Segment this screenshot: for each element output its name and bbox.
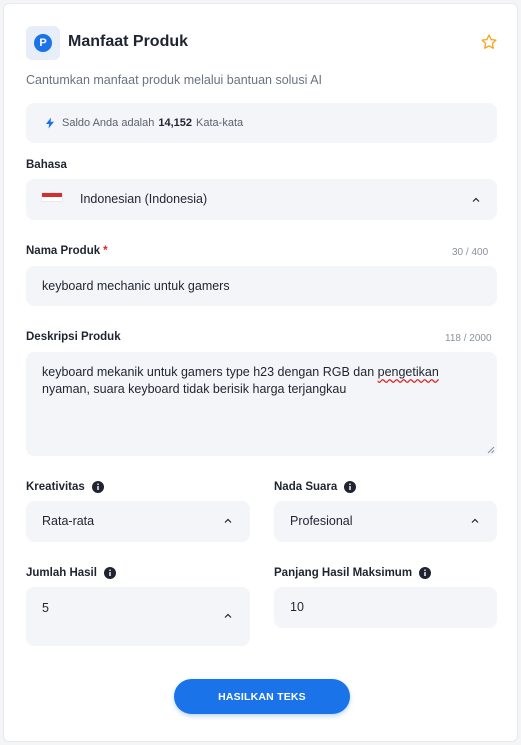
chevron-up-icon (471, 518, 479, 523)
tone-select[interactable]: Profesional (274, 501, 497, 542)
info-icon[interactable] (419, 567, 432, 579)
product-description-counter: 118 / 2000 (445, 333, 492, 344)
result-count-label-text: Jumlah Hasil (26, 567, 97, 579)
max-length-label-text: Panjang Hasil Maksimum (274, 567, 413, 579)
product-name-label-text: Nama Produk (26, 245, 101, 257)
balance-amount: 14,152 (158, 117, 193, 129)
language-select[interactable]: Indonesian (Indonesia) (26, 179, 497, 220)
word-balance-banner: Saldo Anda adalah 14,152 Kata-kata (26, 103, 497, 143)
result-count-label: Jumlah Hasil (26, 567, 116, 579)
required-asterisk: * (103, 245, 108, 257)
info-icon[interactable] (344, 481, 357, 493)
chevron-up-icon (224, 613, 232, 618)
lightning-icon (46, 117, 54, 129)
balance-prefix: Saldo Anda adalah (62, 117, 155, 129)
creativity-value: Rata-rata (42, 514, 95, 528)
result-count-select[interactable]: 5 (26, 587, 250, 646)
product-description-textarea[interactable]: keyboard mekanik untuk gamers type h23 d… (26, 352, 497, 456)
product-name-value: keyboard mechanic untuk gamers (42, 279, 230, 293)
indonesia-flag-icon (42, 193, 62, 201)
tone-value: Profesional (290, 514, 353, 528)
app-logo: P (26, 26, 60, 60)
tone-label-text: Nada Suara (274, 481, 338, 493)
product-description-label-text: Deskripsi Produk (26, 331, 121, 343)
product-name-counter: 30 / 400 (452, 247, 489, 258)
chevron-up-icon (224, 518, 232, 523)
info-icon[interactable] (91, 481, 104, 493)
description-text-part: keyboard mekanik untuk gamers type h23 d… (42, 365, 378, 379)
page-title: Manfaat Produk (68, 33, 189, 50)
logo-letter: P (34, 34, 52, 52)
creativity-label: Kreativitas (26, 481, 104, 493)
star-outline-icon[interactable] (480, 33, 498, 51)
max-length-input[interactable]: 10 (274, 587, 497, 628)
info-icon[interactable] (103, 567, 116, 579)
tone-label: Nada Suara (274, 481, 357, 493)
language-value: Indonesian (Indonesia) (80, 192, 208, 206)
chevron-up-icon (472, 197, 480, 202)
balance-suffix: Kata-kata (196, 117, 244, 129)
product-benefit-card: P Manfaat Produk Cantumkan manfaat produ… (3, 3, 518, 742)
generate-text-button[interactable]: HASILKAN TEKS (174, 679, 350, 714)
product-description-label: Deskripsi Produk (26, 331, 121, 343)
language-label: Bahasa (26, 159, 67, 171)
product-description-value: keyboard mekanik untuk gamers type h23 d… (42, 364, 482, 398)
page-subtitle: Cantumkan manfaat produk melalui bantuan… (26, 73, 323, 87)
product-name-input[interactable]: keyboard mechanic untuk gamers (26, 266, 497, 306)
description-text-part: nyaman, suara keyboard tidak berisik har… (42, 382, 347, 396)
resize-handle-icon[interactable] (487, 446, 495, 454)
max-length-value: 10 (290, 600, 304, 614)
spellcheck-word: pengetikan (377, 365, 439, 379)
language-label-text: Bahasa (26, 159, 67, 171)
product-name-label: Nama Produk * (26, 245, 108, 257)
creativity-label-text: Kreativitas (26, 481, 85, 493)
result-count-value: 5 (42, 601, 49, 615)
max-length-label: Panjang Hasil Maksimum (274, 567, 432, 579)
creativity-select[interactable]: Rata-rata (26, 501, 250, 542)
